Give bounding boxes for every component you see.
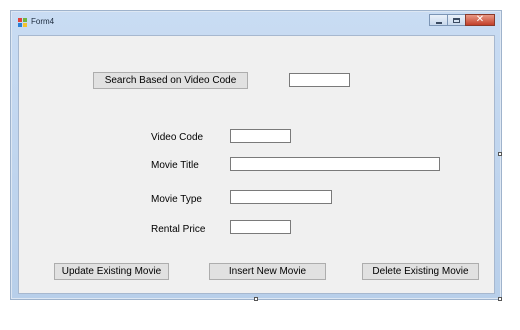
window-title: Form4 — [31, 17, 55, 26]
maximize-button[interactable] — [447, 14, 466, 26]
minimize-button[interactable] — [429, 14, 448, 26]
rental-price-label: Rental Price — [151, 224, 206, 235]
resize-handle-right[interactable] — [498, 152, 502, 156]
caption-buttons: ✕ — [429, 14, 495, 27]
maximize-icon — [453, 18, 460, 23]
resize-handle-bottom[interactable] — [254, 297, 258, 301]
update-existing-movie-button[interactable]: Update Existing Movie — [54, 263, 169, 280]
search-video-code-input[interactable] — [289, 73, 350, 87]
video-code-label: Video Code — [151, 132, 204, 143]
movie-type-input[interactable] — [230, 190, 332, 204]
movie-type-label: Movie Type — [151, 194, 202, 205]
app-icon — [18, 18, 27, 27]
close-button[interactable]: ✕ — [465, 14, 495, 26]
insert-new-movie-button[interactable]: Insert New Movie — [209, 263, 326, 280]
title-bar[interactable]: Form4 ✕ — [11, 11, 501, 35]
minimize-icon — [436, 22, 442, 24]
form-window: Form4 ✕ Search Based on Video Code Video… — [10, 10, 502, 300]
form-client-area: Search Based on Video Code Video Code Mo… — [18, 35, 495, 294]
video-code-input[interactable] — [230, 129, 291, 143]
movie-title-input[interactable] — [230, 157, 440, 171]
rental-price-input[interactable] — [230, 220, 291, 234]
resize-handle-corner[interactable] — [498, 297, 502, 301]
movie-title-label: Movie Title — [151, 160, 199, 171]
close-icon: ✕ — [475, 14, 485, 25]
form-designer-surface: Form4 ✕ Search Based on Video Code Video… — [0, 0, 520, 330]
search-by-video-code-button[interactable]: Search Based on Video Code — [93, 72, 248, 89]
delete-existing-movie-button[interactable]: Delete Existing Movie — [362, 263, 479, 280]
